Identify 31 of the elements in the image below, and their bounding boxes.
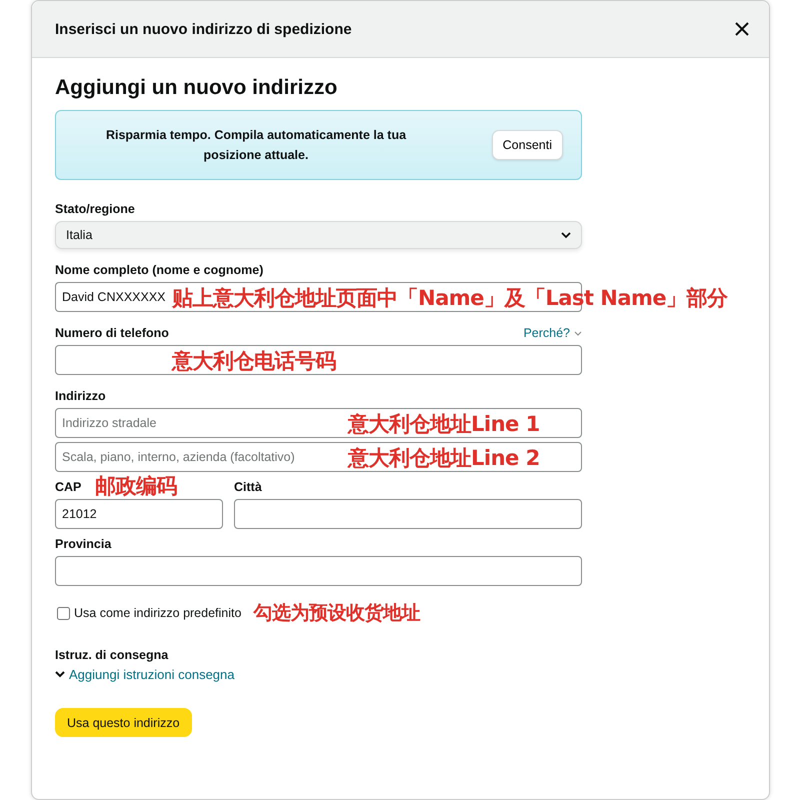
annotation-text: 意大利仓电话号码 — [172, 348, 336, 375]
field-label: Provincia — [55, 537, 112, 551]
use-address-button[interactable]: Usa questo indirizzo — [55, 708, 192, 737]
field-label: Numero di telefono — [55, 326, 169, 340]
why-link[interactable]: Perché? — [523, 326, 582, 340]
form-heading: Aggiungi un nuovo indirizzo — [55, 76, 338, 100]
postal-code-field[interactable]: 21012 — [55, 499, 223, 529]
default-checkbox[interactable] — [57, 606, 70, 620]
allow-button[interactable]: Consenti — [492, 130, 563, 160]
annotation-text: 意大利仓地址Line 1 — [348, 411, 540, 438]
field-label: Indirizzo — [55, 389, 107, 403]
field-label: Stato/regione — [55, 202, 136, 216]
country-select[interactable]: Italia — [55, 221, 582, 249]
annotation-text: 邮政编码 — [95, 473, 177, 500]
field-label: Città — [234, 480, 263, 494]
close-icon[interactable] — [735, 22, 749, 36]
add-instructions-link[interactable]: Aggiungi istruzioni consegna — [69, 667, 234, 682]
banner-text: Risparmia tempo. Compila automaticamente la tua posizione attuale. — [104, 127, 408, 164]
field-label: Istruz. di consegna — [55, 648, 170, 662]
phone-field[interactable] — [55, 345, 582, 375]
field-label: Nome completo (nome e cognome) — [55, 263, 264, 277]
chevron-down-icon — [574, 330, 582, 336]
city-field[interactable] — [234, 499, 582, 529]
annotation-text: 勾选为预设收货地址 — [253, 601, 420, 626]
chevron-down-icon — [561, 232, 571, 238]
dialog-title: Inserisci un nuovo indirizzo di spedizione — [55, 20, 352, 38]
checkbox-label: Usa come indirizzo predefinito — [74, 606, 242, 620]
chevron-down-icon — [55, 671, 65, 678]
province-field[interactable] — [55, 556, 582, 586]
annotation-text: 意大利仓地址Line 2 — [348, 445, 540, 472]
field-label: CAP — [55, 480, 82, 494]
